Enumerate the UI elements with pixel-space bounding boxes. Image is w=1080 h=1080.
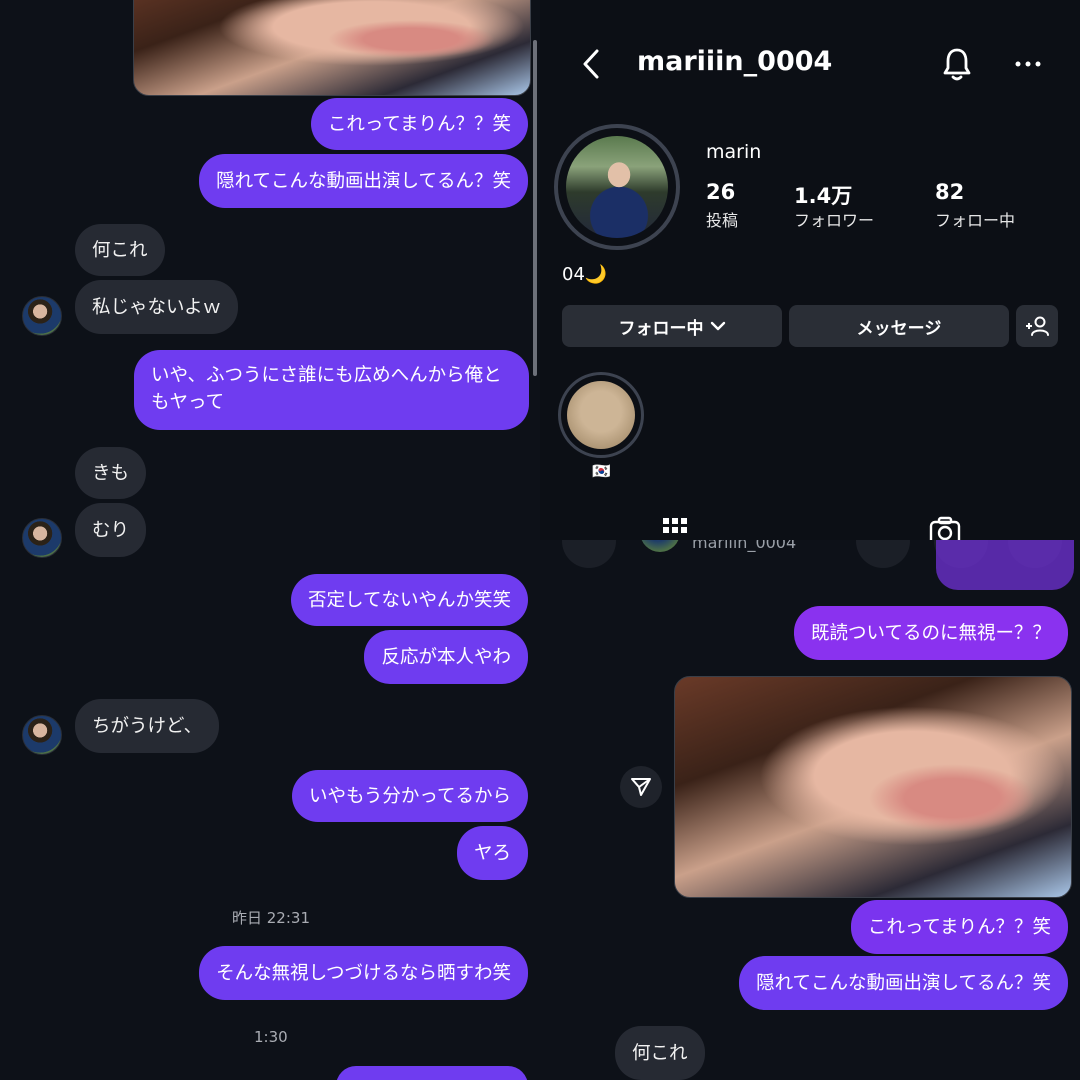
profile-picture — [566, 136, 668, 238]
followers-label: フォロワー — [794, 211, 875, 230]
following-button-label: フォロー中 — [618, 318, 704, 339]
right-chat-panel: mariiin_0004 既読ついてるのに無視ー？？ これってまりん？？笑 隠れ… — [540, 540, 1080, 1080]
highlight-label: 🇰🇷 — [592, 462, 611, 480]
message-timestamp: 昨日 22:31 — [232, 909, 310, 927]
profile-picture-ring[interactable] — [554, 124, 680, 250]
call-button[interactable] — [856, 540, 910, 568]
message-sent[interactable]: いや、ふつうにさ誰にも広めへんから俺ともヤって — [134, 350, 529, 430]
message-received[interactable]: むり — [75, 503, 147, 557]
scrollbar[interactable] — [533, 40, 537, 376]
profile-panel: mariiin_0004 marin 26 投稿 1.4万 フォロワー 82 フ… — [540, 0, 1080, 540]
message-received[interactable]: 何これ — [615, 1026, 705, 1080]
notification-button[interactable] — [938, 44, 976, 84]
contact-avatar[interactable] — [22, 715, 62, 755]
message-sent[interactable]: 否定してないやんか笑笑 — [291, 574, 528, 626]
message-sent[interactable]: そんな無視しつづけるなら晒すわ笑 — [199, 946, 528, 1000]
message-sent[interactable]: 隠れてこんな動画出演してるん？笑 — [739, 956, 1068, 1010]
following-button[interactable]: フォロー中 — [562, 305, 782, 347]
tagged-tab[interactable] — [928, 516, 962, 540]
shared-photo[interactable] — [133, 0, 531, 96]
followers-count[interactable]: 1.4万 — [794, 180, 852, 210]
posts-label: 投稿 — [706, 211, 739, 230]
message-button-label: メッセージ — [856, 318, 942, 339]
message-sent[interactable]: 反応が本人やわ — [364, 630, 528, 684]
message-timestamp: 1:30 — [254, 1028, 288, 1046]
profile-username: mariiin_0004 — [637, 46, 833, 77]
profile-display-name: marin — [706, 141, 762, 163]
add-person-icon — [1026, 316, 1049, 336]
suggested-users-button[interactable] — [1016, 305, 1058, 347]
message-sent-partial[interactable] — [336, 1066, 528, 1080]
message-sent-partial[interactable] — [936, 540, 1074, 590]
grid-tab[interactable] — [660, 512, 690, 540]
message-received[interactable]: 私じゃないよｗ — [75, 280, 239, 334]
chat-header-username: mariiin_0004 — [692, 540, 797, 552]
tag-icon — [929, 516, 961, 540]
profile-bio: 04🌙 — [562, 264, 608, 285]
header-back-button[interactable] — [562, 540, 616, 568]
left-chat-panel: これってまりん？？笑 隠れてこんな動画出演してるん？笑 何これ 私じゃないよｗ … — [0, 0, 540, 1080]
message-received[interactable]: きも — [75, 447, 147, 499]
message-sent[interactable]: 既読ついてるのに無視ー？？ — [794, 606, 1068, 660]
message-received[interactable]: ちがうけど、 — [75, 699, 220, 753]
back-button[interactable] — [576, 46, 606, 82]
story-highlight[interactable] — [558, 372, 644, 458]
message-sent[interactable]: ヤろ — [456, 826, 528, 880]
chevron-down-icon — [710, 321, 725, 331]
message-received[interactable]: 何これ — [75, 224, 165, 276]
back-icon — [583, 49, 599, 79]
following-label: フォロー中 — [935, 211, 1016, 230]
more-button[interactable] — [1010, 50, 1046, 78]
header-avatar[interactable] — [640, 540, 680, 552]
message-button[interactable]: メッセージ — [789, 305, 1009, 347]
highlight-cover — [567, 381, 635, 449]
grid-icon — [663, 518, 687, 533]
bell-icon — [943, 48, 971, 81]
contact-avatar[interactable] — [22, 518, 62, 558]
posts-count[interactable]: 26 — [706, 180, 735, 204]
message-sent[interactable]: いやもう分かってるから — [291, 770, 528, 822]
message-sent[interactable]: これってまりん？？笑 — [310, 98, 528, 150]
send-icon — [631, 778, 651, 796]
shared-photo[interactable] — [674, 676, 1072, 898]
following-count[interactable]: 82 — [935, 180, 964, 204]
more-icon — [1015, 61, 1041, 67]
share-button[interactable] — [620, 766, 662, 808]
message-sent[interactable]: 隠れてこんな動画出演してるん？笑 — [199, 154, 528, 208]
contact-avatar[interactable] — [22, 296, 62, 336]
message-sent[interactable]: これってまりん？？笑 — [850, 900, 1068, 954]
